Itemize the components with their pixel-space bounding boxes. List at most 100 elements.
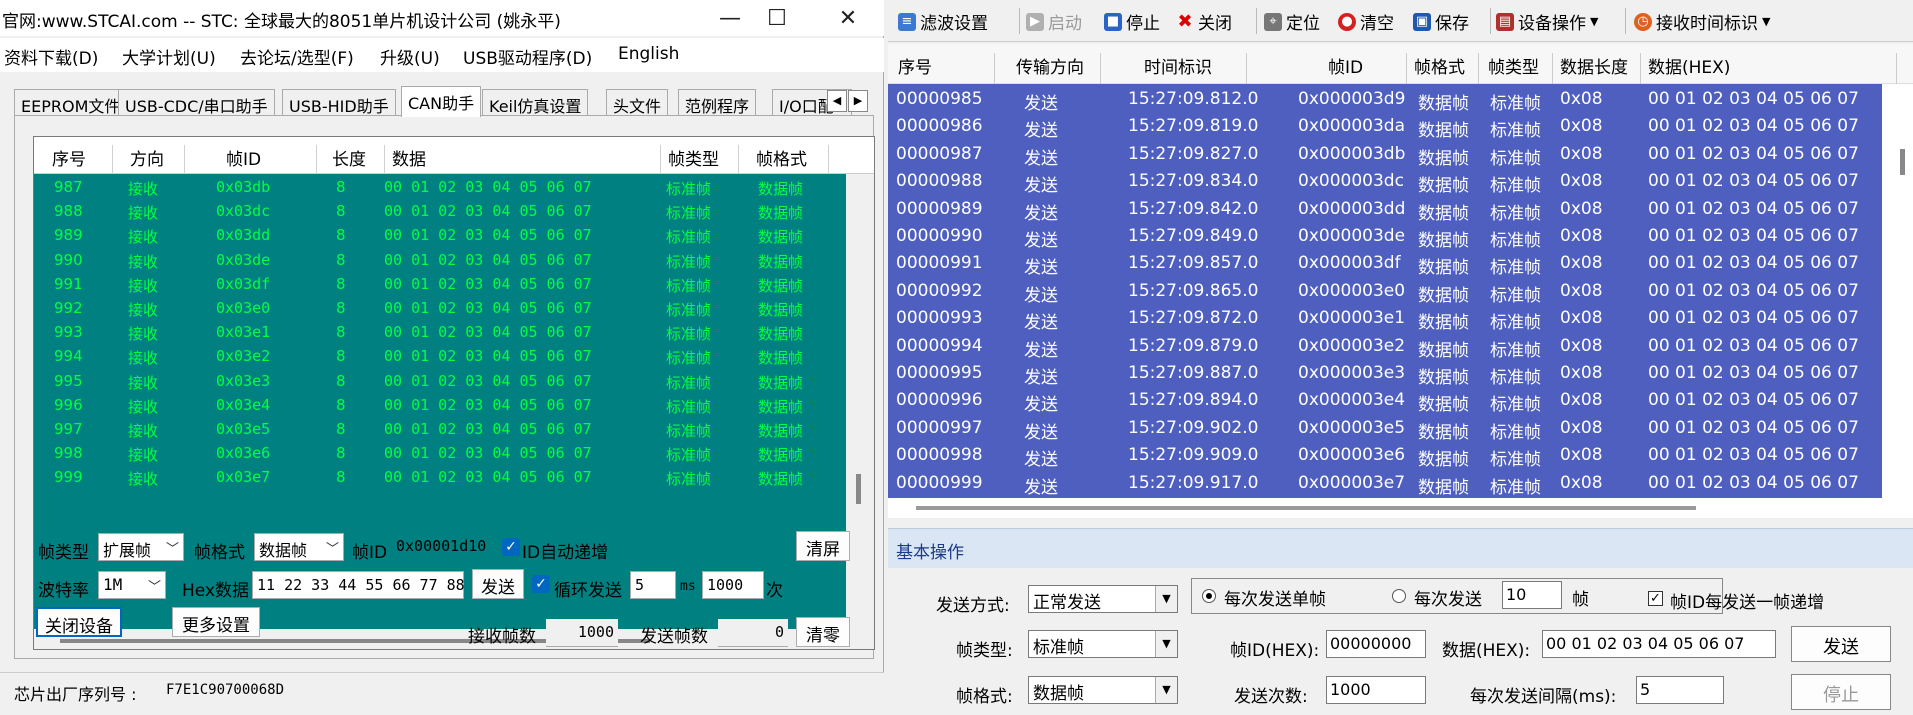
device-ops-menu[interactable]: ▤ 设备操作 ▼ [1496,9,1598,34]
id-inc-checkbox[interactable]: ✓ [1648,591,1663,606]
table-row[interactable]: 00000994 发送 15:27:09.879.0 0x000003e2 数据帧 标准帧… [888,333,1882,361]
table-row[interactable]: 00000995 发送 15:27:09.887.0 0x000003e3 数据帧 标准帧… [888,360,1882,388]
frame-format-select[interactable]: 数据帧 ▼ [1028,676,1178,704]
table-row[interactable]: 994 接收 0x03e2 8 00 01 02 03 04 05 06 07 标准帧 数据… [34,345,846,369]
tab-header[interactable]: 头文件 [606,89,669,116]
table-row[interactable]: 992 接收 0x03e0 8 00 01 02 03 04 05 06 07 标准帧 数据… [34,297,846,321]
table-row[interactable]: 987 接收 0x03db 8 00 01 02 03 04 05 06 07 标准帧 数据… [34,176,846,200]
cell-seq: 997 [54,420,83,438]
send-count-input[interactable]: 1000 [1326,676,1426,704]
hex-data-input[interactable]: 11 22 33 44 55 66 77 88 [252,571,465,599]
start-button[interactable]: ▶ 启动 [1026,9,1082,34]
frame-type-select[interactable]: 扩展帧 ﹀ [98,533,184,561]
loop-send-checkbox[interactable]: ✓ [532,575,550,593]
close-icon[interactable]: ✕ [818,0,878,36]
table-row[interactable]: 00000986 发送 15:27:09.819.0 0x000003da 数据帧 标准帧… [888,113,1882,141]
send-button[interactable]: 发送 [1791,626,1891,662]
transfer-grid[interactable]: 序号 传输方向 时间标识 帧ID 帧格式 帧类型 数据长度 数据(HEX) 00… [888,44,1913,518]
stop-button[interactable]: 停止 [1791,674,1891,710]
vertical-scrollbar[interactable] [1893,84,1913,498]
cell-seq: 994 [54,347,83,366]
menu-university[interactable]: 大学计划(U) [122,44,216,69]
tab-examples[interactable]: 范例程序 [678,89,757,116]
table-row[interactable]: 00000996 发送 15:27:09.894.0 0x000003e4 数据帧 标准帧… [888,387,1882,415]
loop-count-input[interactable]: 1000 [702,571,764,599]
locate-button[interactable]: ⌖ 定位 [1264,9,1320,34]
tab-scroll-right-icon[interactable]: ▶ [848,90,868,112]
multi-count-input[interactable]: 10 [1502,581,1562,609]
cell-data-length: 0x08 [1560,308,1603,329]
menu-usb-driver[interactable]: USB驱动程序(D) [463,44,592,69]
frame-id-input[interactable]: 0x00001d10 [392,533,494,561]
tab-eeprom[interactable]: EEPROM文件 [14,89,128,116]
stop-button[interactable]: ■ 停止 [1104,9,1160,34]
filter-settings-button[interactable]: ≡ 滤波设置 [898,9,988,34]
baud-select[interactable]: 1M ﹀ [98,571,166,599]
tab-scroll-left-icon[interactable]: ◀ [827,90,847,112]
table-row[interactable]: 999 接收 0x03e7 8 00 01 02 03 04 05 06 07 标准帧 数据… [34,466,846,490]
id-auto-inc-checkbox[interactable]: ✓ [502,538,520,556]
tab-keil[interactable]: Keil仿真设置 [482,89,589,116]
table-row[interactable]: 991 接收 0x03df 8 00 01 02 03 04 05 06 07 标准帧 数据… [34,273,846,297]
hex-label: Hex数据 [182,581,250,601]
table-row[interactable]: 00000999 发送 15:27:09.917.0 0x000003e7 数据帧 标准帧… [888,470,1882,498]
maximize-icon[interactable]: ☐ [747,0,807,36]
save-button[interactable]: ▣ 保存 [1413,9,1469,34]
basic-ops-header: 基本操作 [888,528,1913,568]
table-row[interactable]: 997 接收 0x03e5 8 00 01 02 03 04 05 06 07 标准帧 数据… [34,418,846,442]
tab-usb-hid[interactable]: USB-HID助手 [282,89,396,116]
table-row[interactable]: 00000985 发送 15:27:09.812.0 0x000003d9 数据帧 标准帧… [888,86,1882,114]
cell-data: 00 01 02 03 04 05 06 07 [384,178,592,196]
cell-id: 0x03db [216,178,271,196]
clear-screen-button[interactable]: 清屏 [796,531,850,561]
clear-zero-button[interactable]: 清零 [796,617,850,647]
menu-english[interactable]: English [618,44,679,64]
frame-type-select[interactable]: 标准帧 ▼ [1028,630,1178,658]
frame-id-hex-input[interactable]: 00000000 [1326,630,1426,658]
cell-frame-format: 数据帧 [1418,285,1469,306]
frame-format-select[interactable]: 数据帧 ﹀ [254,533,344,561]
cell-frame-type: 标准帧 [1490,450,1541,471]
send-button[interactable]: 发送 [472,569,524,599]
table-row[interactable]: 00000993 发送 15:27:09.872.0 0x000003e1 数据帧 标准帧… [888,305,1882,333]
tab-can[interactable]: CAN助手 [401,86,482,117]
table-row[interactable]: 00000987 发送 15:27:09.827.0 0x000003db 数据帧 标准帧… [888,141,1882,169]
table-row[interactable]: 989 接收 0x03dd 8 00 01 02 03 04 05 06 07 标准帧 数据… [34,224,846,248]
loop-interval-input[interactable]: 5 [630,571,676,599]
more-settings-button[interactable]: 更多设置 [172,607,260,637]
menu-forum[interactable]: 去论坛/选型(F) [240,44,354,69]
col-timestamp: 时间标识 [1144,58,1212,78]
vertical-scrollbar[interactable] [846,174,874,629]
table-row[interactable]: 00000988 发送 15:27:09.834.0 0x000003dc 数据帧 标准帧… [888,168,1882,196]
cell-id: 0x03df [216,274,271,293]
horizontal-scrollbar[interactable] [888,498,1913,518]
menu-download[interactable]: 资料下载(D) [4,44,98,69]
table-row[interactable]: 996 接收 0x03e4 8 00 01 02 03 04 05 06 07 标准帧 数据… [34,394,846,418]
close-device-button[interactable]: 关闭设备 [36,607,122,637]
cell-dir: 接收 [128,276,159,295]
radio-multi-frame[interactable] [1392,589,1406,603]
clear-button[interactable]: ● 清空 [1338,9,1394,34]
table-row[interactable]: 00000998 发送 15:27:09.909.0 0x000003e6 数据帧 标准帧… [888,442,1882,471]
close-button[interactable]: ✖ 关闭 [1176,9,1232,34]
table-row[interactable]: 995 接收 0x03e3 8 00 01 02 03 04 05 06 07 标准帧 数据… [34,370,846,394]
table-row[interactable]: 988 接收 0x03dc 8 00 01 02 03 04 05 06 07 标准帧 数据… [34,200,846,224]
data-hex-input[interactable]: 00 01 02 03 04 05 06 07 [1542,630,1776,658]
cell-data-length: 0x08 [1560,171,1603,192]
menu-upgrade[interactable]: 升级(U) [380,44,440,69]
interval-input[interactable]: 5 [1636,676,1724,704]
send-mode-select[interactable]: 正常发送 ▼ [1028,585,1178,613]
table-row[interactable]: 990 接收 0x03de 8 00 01 02 03 04 05 06 07 标准帧 数据… [34,249,846,273]
table-row[interactable]: 00000991 发送 15:27:09.857.0 0x000003df 数据帧 标准帧… [888,250,1882,278]
cell-timestamp: 15:27:09.865.0 [1128,280,1259,301]
tab-usb-cdc[interactable]: USB-CDC/串口助手 [118,89,275,116]
radio-single-frame[interactable] [1202,589,1216,603]
table-row[interactable]: 00000997 发送 15:27:09.902.0 0x000003e5 数据帧 标准帧… [888,415,1882,443]
cell-dir: 接收 [128,228,159,247]
table-row[interactable]: 993 接收 0x03e1 8 00 01 02 03 04 05 06 07 标准帧 数据… [34,321,846,345]
table-row[interactable]: 998 接收 0x03e6 8 00 01 02 03 04 05 06 07 标准帧 数据… [34,442,846,466]
table-row[interactable]: 00000990 发送 15:27:09.849.0 0x000003de 数据帧 标准帧… [888,223,1882,251]
table-row[interactable]: 00000992 发送 15:27:09.865.0 0x000003e0 数据帧 标准帧… [888,278,1882,306]
table-row[interactable]: 00000989 发送 15:27:09.842.0 0x000003dd 数据帧 标准帧… [888,196,1882,224]
recv-timestamp-menu[interactable]: ◷ 接收时间标识 ▼ [1634,9,1770,34]
